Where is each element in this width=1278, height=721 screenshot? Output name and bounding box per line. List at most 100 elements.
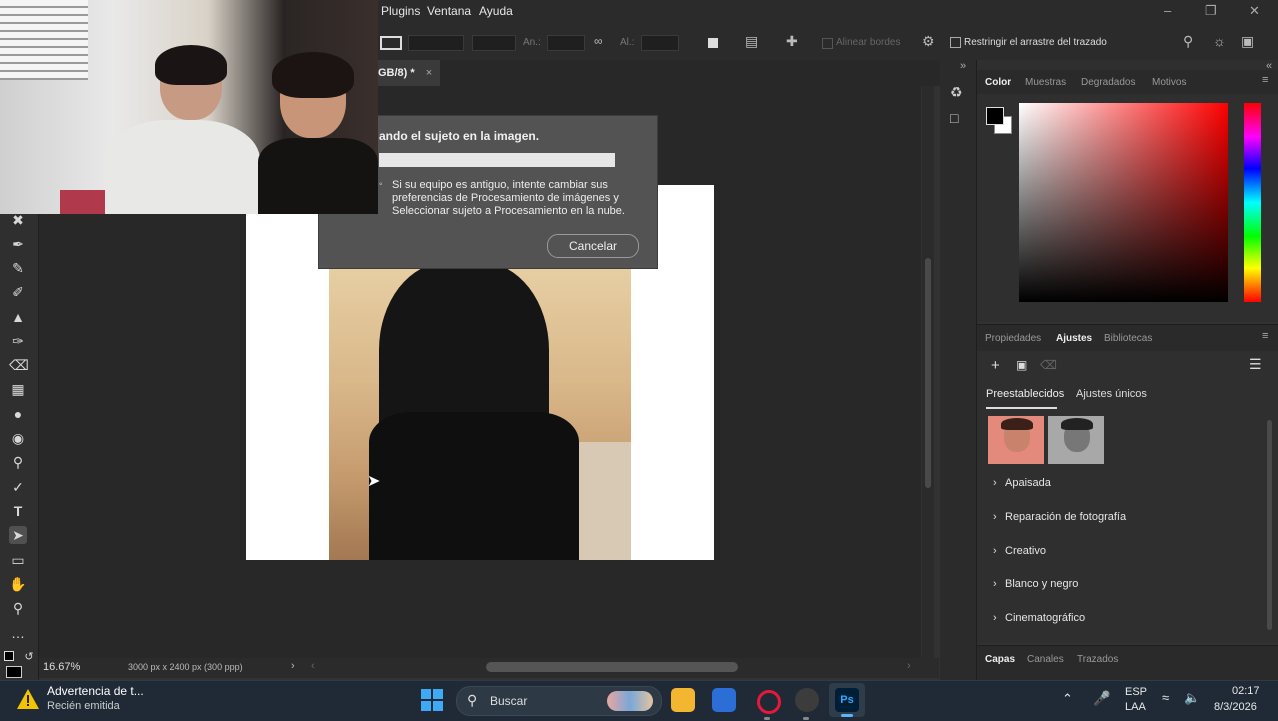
stroke-dropdown[interactable] — [472, 35, 516, 51]
obs-icon[interactable] — [795, 688, 819, 712]
foreground-color-swatch[interactable] — [986, 107, 1004, 125]
language-bottom[interactable]: LAA — [1125, 701, 1146, 713]
quick-mask-icon[interactable] — [6, 666, 22, 678]
fill-dropdown[interactable] — [408, 35, 464, 51]
link-icon[interactable]: ∞ — [594, 34, 603, 48]
adjustment-group-reparacion[interactable]: › Reparación de fotografía — [993, 511, 1126, 523]
subtab-preestablecidos[interactable]: Preestablecidos — [986, 388, 1064, 400]
status-chevron-icon[interactable]: › — [291, 660, 295, 672]
history-brush-icon[interactable]: ✑ — [9, 332, 27, 350]
tab-canales[interactable]: Canales — [1027, 654, 1064, 665]
align-edges-checkbox[interactable] — [822, 38, 833, 49]
constrain-checkbox[interactable] — [950, 37, 961, 48]
subtab-ajustes-unicos[interactable]: Ajustes únicos — [1076, 388, 1147, 400]
adjustment-group-cinematografico[interactable]: › Cinematográfico — [993, 612, 1085, 624]
brush-icon[interactable]: ✐ — [9, 283, 27, 301]
smudge-icon[interactable]: ⚲ — [9, 453, 27, 471]
show-hidden-icons-icon[interactable]: ⌃ — [1062, 691, 1073, 707]
trash-icon[interactable]: ⌫ — [1040, 358, 1057, 372]
microsoft-store-icon[interactable] — [712, 688, 736, 712]
menu-ventana[interactable]: Ventana — [427, 4, 471, 18]
history-panel-icon[interactable]: ♻ — [950, 84, 963, 101]
clock-date[interactable]: 8/3/2026 — [1214, 701, 1257, 713]
comments-panel-icon[interactable]: □ — [950, 110, 958, 126]
notification-title[interactable]: Advertencia de t... — [47, 684, 144, 698]
swap-colors-icon[interactable]: ↺ — [20, 648, 38, 666]
eyedropper-icon[interactable]: ✒ — [9, 235, 27, 253]
tab-degradados[interactable]: Degradados — [1081, 77, 1135, 88]
preset-thumbnail-bw[interactable] — [1048, 416, 1104, 464]
zoom-icon[interactable]: ⚲ — [9, 599, 27, 617]
hand-icon[interactable]: ✋ — [9, 575, 27, 593]
adjustment-group-apaisada[interactable]: › Apaisada — [993, 477, 1051, 489]
tab-ajustes[interactable]: Ajustes — [1056, 333, 1092, 344]
path-arrangement-icon[interactable]: ✚ — [786, 33, 798, 50]
fg-color-mini[interactable] — [4, 651, 14, 661]
pen-icon[interactable]: ✓ — [9, 478, 27, 496]
dodge-icon[interactable]: ◉ — [9, 429, 27, 447]
file-explorer-icon[interactable] — [671, 688, 695, 712]
adjustment-group-blanco-y-negro[interactable]: › Blanco y negro — [993, 578, 1078, 590]
tab-close-icon[interactable]: × — [426, 67, 432, 79]
volume-icon[interactable]: 🔈 — [1184, 690, 1200, 706]
vertical-scroll-thumb[interactable] — [925, 258, 931, 488]
workspace-icon[interactable]: ▣ — [1241, 33, 1254, 50]
tab-color[interactable]: Color — [985, 77, 1011, 88]
menu-plugins[interactable]: Plugins — [381, 4, 420, 18]
restore-icon[interactable]: ❐ — [1205, 3, 1217, 19]
collapse-panels-icon[interactable]: » — [960, 60, 966, 72]
wifi-icon[interactable]: ≈ — [1162, 690, 1169, 705]
cancel-button[interactable]: Cancelar — [547, 234, 639, 258]
adjustments-scrollbar[interactable] — [1267, 420, 1272, 630]
taskbar-search[interactable]: ⚲ Buscar — [456, 686, 662, 716]
hue-slider[interactable] — [1244, 103, 1261, 302]
clock-time[interactable]: 02:17 — [1232, 685, 1260, 697]
scroll-right-icon[interactable]: › — [907, 660, 911, 672]
color-field[interactable] — [1019, 103, 1228, 302]
windows-start-icon[interactable] — [420, 688, 444, 712]
preset-thumbnail-color[interactable] — [988, 416, 1044, 464]
warning-icon[interactable] — [16, 688, 40, 710]
height-input[interactable] — [641, 35, 679, 51]
document-tab[interactable]: GB/8) * × — [378, 60, 441, 86]
gear-icon[interactable]: ⚙ — [922, 33, 935, 50]
adjustment-group-creativo[interactable]: › Creativo — [993, 545, 1046, 557]
adjustments-panel-menu-icon[interactable]: ≡ — [1262, 330, 1268, 342]
horizontal-scroll-thumb[interactable] — [486, 662, 738, 672]
minimize-icon[interactable]: – — [1164, 3, 1171, 18]
color-panel-menu-icon[interactable]: ≡ — [1262, 74, 1268, 86]
tab-capas[interactable]: Capas — [985, 654, 1015, 665]
list-view-icon[interactable]: ☰ — [1249, 356, 1262, 373]
tab-trazados[interactable]: Trazados — [1077, 654, 1118, 665]
gradient-icon[interactable]: ▦ — [9, 380, 27, 398]
tab-bibliotecas[interactable]: Bibliotecas — [1104, 333, 1152, 344]
shape-mode-icon[interactable] — [380, 36, 402, 50]
more-icon[interactable]: … — [9, 624, 27, 642]
type-icon[interactable]: T — [9, 502, 27, 520]
path-select-icon[interactable]: ➤ — [9, 526, 27, 544]
photoshop-taskbar-button[interactable]: Ps — [829, 683, 865, 717]
width-input[interactable] — [547, 35, 585, 51]
stamp-icon[interactable]: ▲ — [9, 308, 27, 326]
close-icon[interactable]: ✕ — [1249, 3, 1260, 19]
microphone-icon[interactable]: 🎤 — [1093, 690, 1110, 707]
rectangle-icon[interactable]: ▭ — [9, 551, 27, 569]
path-operations-icon[interactable] — [708, 38, 718, 48]
menu-ayuda[interactable]: Ayuda — [479, 4, 513, 18]
path-alignment-icon[interactable]: ▤ — [745, 33, 758, 50]
search-icon[interactable]: ⚲ — [1183, 33, 1193, 50]
opera-icon[interactable] — [757, 690, 781, 714]
tab-propiedades[interactable]: Propiedades — [985, 333, 1041, 344]
healing-brush-icon[interactable]: ✎ — [9, 259, 27, 277]
tab-motivos[interactable]: Motivos — [1152, 77, 1186, 88]
language-top[interactable]: ESP — [1125, 686, 1147, 698]
eraser-icon[interactable]: ⌫ — [9, 356, 29, 374]
folder-icon[interactable]: ▣ — [1016, 358, 1027, 372]
add-icon[interactable]: + — [991, 357, 1000, 374]
document-photo[interactable] — [329, 262, 631, 560]
tab-muestras[interactable]: Muestras — [1025, 77, 1066, 88]
scroll-left-icon[interactable]: ‹ — [311, 660, 315, 672]
blur-icon[interactable]: ● — [9, 405, 27, 423]
lightbulb-icon[interactable]: ☼ — [1213, 33, 1226, 49]
zoom-level[interactable]: 16.67% — [43, 661, 80, 673]
